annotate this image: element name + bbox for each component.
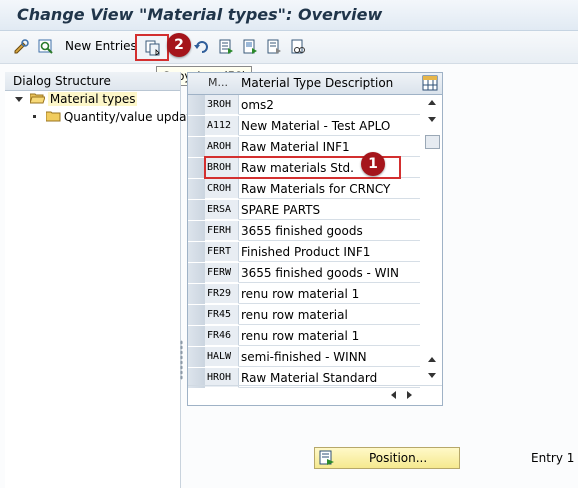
- row-selector[interactable]: [188, 200, 205, 221]
- table-header: M... Material Type Description: [188, 73, 442, 95]
- material-type-code[interactable]: HALW: [205, 347, 239, 367]
- row-selector[interactable]: [188, 116, 205, 137]
- material-type-code[interactable]: CROH: [205, 179, 239, 199]
- row-selector[interactable]: [188, 347, 205, 368]
- scroll-thumb[interactable]: [425, 135, 440, 149]
- table-row[interactable]: FERT Finished Product INF1: [188, 242, 424, 263]
- row-selector[interactable]: [188, 158, 205, 179]
- scroll-left-icon[interactable]: [391, 391, 396, 399]
- material-type-description[interactable]: renu row material 1: [239, 326, 420, 346]
- material-type-description[interactable]: Finished Product INF1: [239, 242, 420, 262]
- open-folder-icon: [29, 93, 45, 104]
- scroll-down-icon[interactable]: [428, 373, 436, 378]
- tree-node-quantity-value[interactable]: Quantity/value updat: [33, 110, 191, 128]
- position-button-label: Position...: [369, 451, 428, 465]
- table-row[interactable]: 3ROH oms2: [188, 95, 424, 116]
- table-row[interactable]: FR45 renu row material: [188, 305, 424, 326]
- vertical-scrollbar[interactable]: [424, 95, 440, 383]
- tree-node-label: Quantity/value updat: [63, 110, 192, 124]
- table-row[interactable]: AROH Raw Material INF1: [188, 137, 424, 158]
- scroll-page-down-icon[interactable]: [428, 117, 436, 122]
- table-row[interactable]: FERW 3655 finished goods - WIN: [188, 263, 424, 284]
- dialog-structure-pane: Dialog Structure Material types Quantity…: [5, 72, 191, 488]
- material-type-description[interactable]: renu row material: [239, 305, 420, 325]
- tree-node-material-types[interactable]: Material types: [15, 92, 138, 110]
- row-selector[interactable]: [188, 305, 205, 326]
- scroll-page-up-icon[interactable]: [428, 357, 436, 362]
- other-view-icon[interactable]: [289, 38, 307, 56]
- table-row[interactable]: FR29 renu row material 1: [188, 284, 424, 305]
- material-type-description[interactable]: New Material - Test APLO: [239, 116, 420, 136]
- material-type-description[interactable]: Raw Material INF1: [239, 137, 420, 157]
- material-type-description[interactable]: renu row material 1: [239, 284, 420, 304]
- pane-splitter[interactable]: [180, 340, 183, 380]
- display-change-icon[interactable]: [12, 38, 30, 56]
- row-selector[interactable]: [188, 137, 205, 158]
- table-row[interactable]: HALW semi-finished - WINN: [188, 347, 424, 368]
- table-row[interactable]: FERH 3655 finished goods: [188, 221, 424, 242]
- title-bar: Change View "Material types": Overview: [0, 0, 578, 31]
- material-type-code[interactable]: FR29: [205, 284, 239, 304]
- step-badge-1: 1: [361, 152, 385, 176]
- row-selector[interactable]: [188, 221, 205, 242]
- row-selector[interactable]: [188, 95, 205, 116]
- material-type-code[interactable]: FERW: [205, 263, 239, 283]
- material-type-code[interactable]: FR45: [205, 305, 239, 325]
- entry-count-text: Entry 1 of: [531, 451, 578, 465]
- material-type-description[interactable]: Raw Materials for CRNCY: [239, 179, 420, 199]
- folder-icon: [45, 111, 61, 122]
- horizontal-scrollbar[interactable]: [188, 385, 442, 404]
- material-type-description[interactable]: 3655 finished goods: [239, 221, 420, 241]
- tree-bullet: [33, 115, 36, 118]
- material-type-code[interactable]: ERSA: [205, 200, 239, 220]
- expand-arrow-icon[interactable]: [15, 97, 23, 102]
- table-row[interactable]: FR46 renu row material 1: [188, 326, 424, 347]
- scroll-right-icon[interactable]: [407, 391, 412, 399]
- position-button[interactable]: Position...: [314, 447, 460, 469]
- material-type-description[interactable]: oms2: [239, 95, 420, 115]
- step-badge-2: 2: [167, 33, 191, 57]
- row-selector[interactable]: [188, 263, 205, 284]
- material-type-code[interactable]: 3ROH: [205, 95, 239, 115]
- material-type-description[interactable]: semi-finished - WINN: [239, 347, 420, 367]
- column-header-description[interactable]: Material Type Description: [241, 76, 393, 90]
- material-type-code[interactable]: FERH: [205, 221, 239, 241]
- column-header-code[interactable]: M...: [208, 76, 238, 89]
- material-type-code[interactable]: FERT: [205, 242, 239, 262]
- material-type-code[interactable]: A112: [205, 116, 239, 136]
- table-row[interactable]: ERSA SPARE PARTS: [188, 200, 424, 221]
- table-row[interactable]: CROH Raw Materials for CRNCY: [188, 179, 424, 200]
- row-selector[interactable]: [188, 284, 205, 305]
- copy-icon: [144, 39, 162, 57]
- copy-as-button[interactable]: [135, 34, 169, 61]
- table-settings-icon[interactable]: [422, 75, 438, 91]
- table-row[interactable]: A112 New Material - Test APLO: [188, 116, 424, 137]
- material-type-description[interactable]: 3655 finished goods - WIN: [239, 263, 420, 283]
- window-title: Change View "Material types": Overview: [17, 5, 383, 24]
- select-block-icon[interactable]: [241, 38, 259, 56]
- scroll-up-icon[interactable]: [428, 100, 436, 105]
- new-entries-button[interactable]: New Entries: [65, 39, 137, 53]
- row-selector[interactable]: [188, 242, 205, 263]
- row-selector[interactable]: [188, 326, 205, 347]
- deselect-all-icon[interactable]: [265, 38, 283, 56]
- dialog-structure-header: Dialog Structure: [5, 72, 180, 91]
- material-types-table: M... Material Type Description 3ROH oms2 A…: [187, 72, 443, 406]
- select-all-icon[interactable]: [217, 38, 235, 56]
- material-type-code[interactable]: AROH: [205, 137, 239, 157]
- material-type-description[interactable]: SPARE PARTS: [239, 200, 420, 220]
- undo-icon[interactable]: [193, 38, 211, 56]
- toolbar: New Entries 2: [0, 31, 578, 64]
- row-selector[interactable]: [188, 179, 205, 200]
- material-type-code[interactable]: FR46: [205, 326, 239, 346]
- tree-node-label: Material types: [47, 92, 138, 106]
- display-icon[interactable]: [37, 38, 55, 56]
- position-icon: [319, 450, 334, 465]
- dialog-structure-title: Dialog Structure: [13, 74, 111, 88]
